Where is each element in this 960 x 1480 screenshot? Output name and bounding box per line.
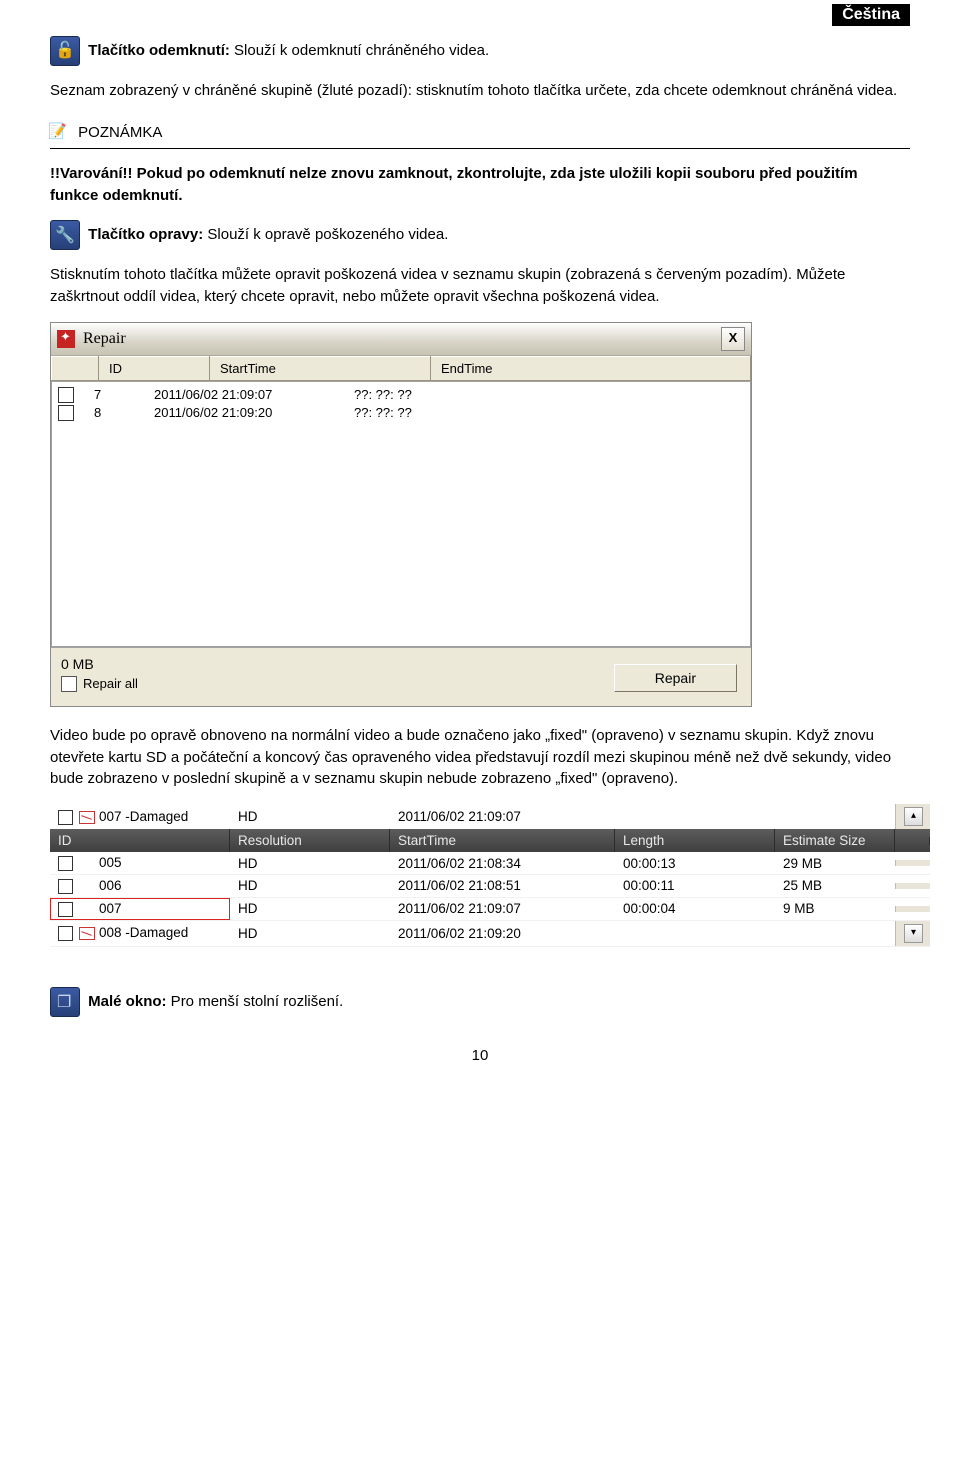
checkbox[interactable]	[58, 926, 73, 941]
warning-text: !!Varování!! Pokud po odemknutí nelze zn…	[50, 163, 910, 207]
cell-len	[615, 930, 775, 936]
scroll-down[interactable]: ▾	[895, 921, 930, 946]
wrench-icon	[50, 220, 80, 250]
cell-res: HD	[230, 875, 390, 896]
cell-len: 00:00:11	[615, 875, 775, 896]
language-badge: Čeština	[832, 4, 910, 26]
cell-start: 2011/06/02 21:08:34	[390, 853, 615, 874]
list-header: ID Resolution StartTime Length Estimate …	[50, 829, 930, 852]
repair-paragraph: Stisknutím tohoto tlačítka můžete opravi…	[50, 264, 910, 308]
cell-end: ??: ??: ??	[354, 387, 412, 402]
small-window-title: Malé okno:	[88, 993, 166, 1010]
hdr-id[interactable]: ID	[50, 829, 230, 852]
cell-start: 2011/06/02 21:09:07	[390, 898, 615, 919]
group-res: HD	[230, 806, 390, 827]
cell-len: 00:00:04	[615, 898, 775, 919]
list-item[interactable]: 007 HD 2011/06/02 21:09:07 00:00:04 9 MB	[50, 898, 930, 921]
checkbox[interactable]	[58, 405, 74, 421]
repair-button-rest: Slouží k opravě poškozeného videa.	[203, 226, 448, 243]
cell-res: HD	[230, 923, 390, 944]
cell-start: 2011/06/02 21:08:51	[390, 875, 615, 896]
repair-dialog-title: Repair	[83, 330, 126, 348]
hdr-len[interactable]: Length	[615, 829, 775, 852]
col-id[interactable]: ID	[99, 356, 210, 380]
cell-est: 29 MB	[775, 853, 895, 874]
hdr-res[interactable]: Resolution	[230, 829, 390, 852]
col-endtime[interactable]: EndTime	[431, 356, 751, 380]
damaged-icon	[79, 927, 95, 940]
cell-est: 25 MB	[775, 875, 895, 896]
cell-start: 2011/06/02 21:09:07	[154, 387, 354, 402]
damaged-icon	[79, 811, 95, 824]
group-list: 007 -Damaged HD 2011/06/02 21:09:07 ▴ ID…	[50, 804, 930, 947]
small-window-icon	[50, 987, 80, 1017]
list-item[interactable]: 006 HD 2011/06/02 21:08:51 00:00:11 25 M…	[50, 875, 930, 898]
list-item[interactable]: 008 -Damaged HD 2011/06/02 21:09:20 ▾	[50, 921, 930, 947]
repair-button[interactable]: Repair	[614, 664, 737, 692]
col-starttime[interactable]: StartTime	[210, 356, 431, 380]
after-repair-paragraph: Video bude po opravě obnoveno na normáln…	[50, 725, 910, 790]
cell-est	[775, 930, 895, 936]
scroll-up[interactable]: ▴	[895, 804, 930, 829]
page-number: 10	[50, 1047, 910, 1064]
repair-button-title: Tlačítko opravy:	[88, 226, 203, 243]
small-window-rest: Pro menší stolní rozlišení.	[167, 993, 344, 1010]
cell-id: 7	[94, 387, 154, 402]
cell-res: HD	[230, 853, 390, 874]
group-row[interactable]: 007 -Damaged HD 2011/06/02 21:09:07 ▴	[50, 804, 930, 829]
cell-est: 9 MB	[775, 898, 895, 919]
checkbox[interactable]	[58, 810, 73, 825]
cell-res: HD	[230, 898, 390, 919]
repair-all-label: Repair all	[83, 676, 138, 691]
note-icon	[50, 124, 68, 142]
cell-id: 006	[99, 878, 122, 893]
cell-id: 005	[99, 855, 122, 870]
unlock-title: Tlačítko odemknutí:	[88, 42, 230, 59]
repair-row[interactable]: 7 2011/06/02 21:09:07 ??: ??: ??	[52, 386, 750, 404]
checkbox[interactable]	[58, 856, 73, 871]
cell-id: 007	[99, 901, 122, 916]
hdr-est[interactable]: Estimate Size	[775, 829, 895, 852]
unlock-icon	[50, 36, 80, 66]
note-label: POZNÁMKA	[78, 124, 162, 141]
repair-list: 7 2011/06/02 21:09:07 ??: ??: ?? 8 2011/…	[51, 381, 751, 647]
cell-len: 00:00:13	[615, 853, 775, 874]
cell-start: 2011/06/02 21:09:20	[154, 405, 354, 420]
list-item[interactable]: 005 HD 2011/06/02 21:08:34 00:00:13 29 M…	[50, 852, 930, 875]
close-button[interactable]: X	[721, 327, 745, 351]
cell-id: 8	[94, 405, 154, 420]
checkbox[interactable]	[58, 879, 73, 894]
cell-start: 2011/06/02 21:09:20	[390, 923, 615, 944]
cell-end: ??: ??: ??	[354, 405, 412, 420]
repair-all-checkbox[interactable]	[61, 676, 77, 692]
cell-id: 008 -Damaged	[99, 925, 188, 940]
unlock-paragraph: Seznam zobrazený v chráněné skupině (žlu…	[50, 80, 910, 102]
group-name: 007 -Damaged	[99, 809, 188, 824]
group-start: 2011/06/02 21:09:07	[390, 806, 615, 827]
repair-app-icon	[57, 330, 75, 348]
checkbox[interactable]	[58, 902, 73, 917]
repair-dialog: Repair X ID StartTime EndTime 7 2011/06/…	[50, 322, 752, 707]
unlock-title-rest: Slouží k odemknutí chráněného videa.	[230, 42, 489, 59]
hdr-start[interactable]: StartTime	[390, 829, 615, 852]
checkbox[interactable]	[58, 387, 74, 403]
repair-row[interactable]: 8 2011/06/02 21:09:20 ??: ??: ??	[52, 404, 750, 422]
